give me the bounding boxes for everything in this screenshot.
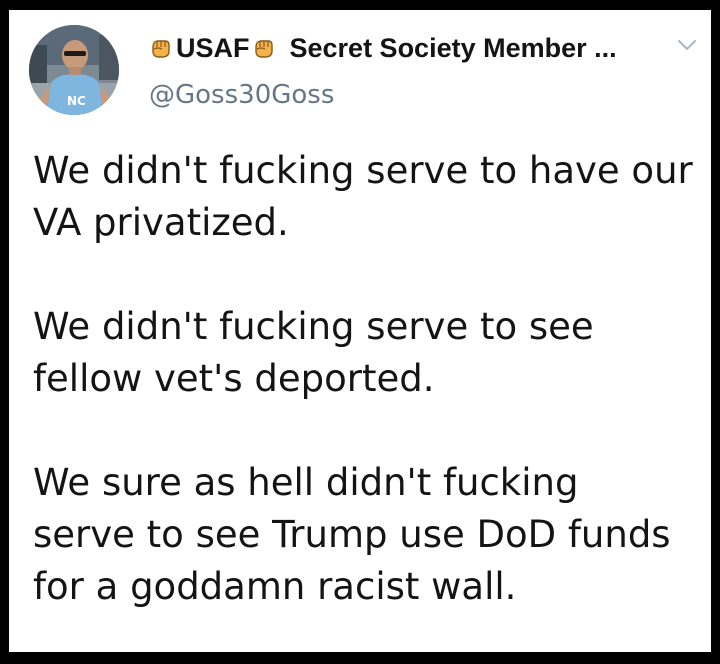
raised-fist-icon — [252, 36, 276, 60]
tweet-line: We didn't fucking serve to have our — [33, 149, 693, 192]
chevron-down-icon[interactable] — [677, 38, 697, 52]
tweet-paragraph: We didn't fucking serve to see fellow ve… — [33, 301, 703, 405]
display-name[interactable]: USAF Secret Society Member ... — [149, 31, 617, 65]
name-rest: Secret Society Member ... — [289, 32, 617, 63]
user-handle[interactable]: @Goss30Goss — [149, 80, 334, 110]
tweet-paragraph: We sure as hell didn't fucking serve to … — [33, 457, 703, 613]
tweet-card: NC USAF Secret Society Member ... @Goss3… — [9, 10, 711, 652]
tweet-line: We sure as hell didn't fucking — [33, 461, 579, 504]
tweet-line: for a goddamn racist wall. — [33, 565, 517, 608]
tweet-text: We didn't fucking serve to have our VA p… — [33, 145, 703, 613]
tweet-line: fellow vet's deported. — [33, 357, 435, 400]
avatar[interactable]: NC — [29, 25, 119, 115]
tweet-line: serve to see Trump use DoD funds — [33, 513, 671, 556]
tweet-line: VA privatized. — [33, 201, 289, 244]
tweet-line: We didn't fucking serve to see — [33, 305, 594, 348]
svg-text:NC: NC — [67, 94, 86, 108]
raised-fist-icon — [149, 36, 173, 60]
tweet-header: NC USAF Secret Society Member ... @Goss3… — [9, 10, 711, 120]
name-prefix: USAF — [176, 32, 250, 63]
tweet-paragraph: We didn't fucking serve to have our VA p… — [33, 145, 703, 249]
